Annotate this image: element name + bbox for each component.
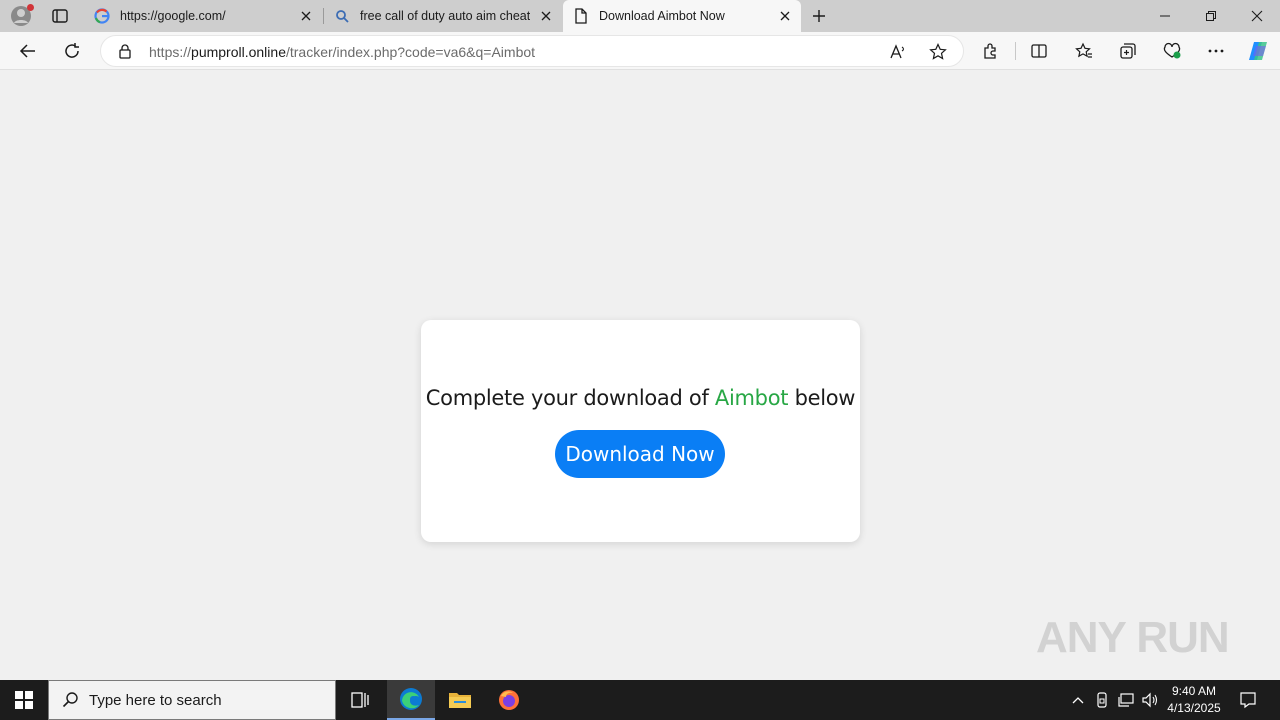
more-options-icon[interactable]: [1202, 37, 1230, 65]
browser-toolbar: https://pumproll.online/tracker/index.ph…: [0, 32, 1280, 70]
close-window-icon[interactable]: [1234, 0, 1280, 32]
tab-title: https://google.com/: [120, 9, 226, 23]
page-viewport: Complete your download of Aimbot below D…: [4, 71, 1276, 677]
close-icon[interactable]: [298, 8, 314, 24]
close-icon[interactable]: [538, 8, 554, 24]
url-text: https://pumproll.online/tracker/index.ph…: [149, 44, 536, 60]
favorites-icon[interactable]: [1070, 37, 1098, 65]
search-icon: [61, 690, 81, 710]
firefox-icon[interactable]: [485, 680, 533, 720]
search-icon: [334, 8, 350, 24]
profile-notification-badge: [27, 4, 34, 11]
windows-start-icon[interactable]: [0, 680, 48, 720]
search-placeholder: Type here to search: [89, 691, 222, 709]
download-now-button[interactable]: Download Now: [555, 430, 725, 478]
notifications-icon[interactable]: [1236, 688, 1260, 712]
toolbar-divider: [1015, 42, 1016, 60]
tab-download-aimbot[interactable]: Download Aimbot Now: [563, 0, 801, 32]
restore-icon[interactable]: [1188, 0, 1234, 32]
tab-title: Download Aimbot Now: [599, 9, 725, 23]
task-view-icon[interactable]: [336, 680, 384, 720]
collections-icon[interactable]: [1114, 37, 1142, 65]
download-message: Complete your download of Aimbot below: [425, 386, 856, 410]
new-tab-icon[interactable]: [808, 5, 830, 27]
google-g-icon: [94, 8, 110, 24]
taskbar-search-box[interactable]: Type here to search: [48, 680, 336, 720]
network-icon[interactable]: [1116, 690, 1136, 710]
anyrun-watermark: ANY RUN: [1036, 613, 1230, 662]
browser-essentials-icon[interactable]: [1158, 37, 1186, 65]
tab-actions-icon[interactable]: [50, 6, 70, 26]
tab-google[interactable]: https://google.com/: [84, 0, 322, 32]
address-bar[interactable]: https://pumproll.online/tracker/index.ph…: [100, 35, 964, 67]
tab-strip: https://google.com/ free call of duty au…: [0, 0, 1280, 32]
chevron-up-icon[interactable]: [1068, 690, 1088, 710]
page-icon: [573, 8, 589, 24]
file-explorer-icon[interactable]: [436, 680, 484, 720]
download-card: Complete your download of Aimbot below D…: [421, 320, 860, 542]
windows-taskbar: Type here to search 9:40 AM 4/13/2025: [0, 680, 1280, 720]
clock-date: 4/13/2025: [1167, 701, 1221, 715]
minimize-icon[interactable]: [1142, 0, 1188, 32]
copilot-icon[interactable]: [1244, 37, 1272, 65]
lock-icon[interactable]: [117, 43, 133, 59]
edge-taskbar-icon[interactable]: [387, 680, 435, 720]
clock-time: 9:40 AM: [1171, 684, 1217, 698]
tab-title: free call of duty auto aim cheats: [360, 9, 530, 23]
system-clock[interactable]: 9:40 AM 4/13/2025: [1164, 683, 1224, 717]
product-name: Aimbot: [714, 386, 789, 410]
tab-search[interactable]: free call of duty auto aim cheats: [324, 0, 562, 32]
volume-icon[interactable]: [1140, 690, 1160, 710]
device-icon[interactable]: [1092, 690, 1112, 710]
close-icon[interactable]: [777, 8, 793, 24]
favorite-star-icon[interactable]: [927, 41, 949, 63]
split-screen-icon[interactable]: [1025, 37, 1053, 65]
back-icon[interactable]: [14, 37, 42, 65]
refresh-icon[interactable]: [58, 37, 86, 65]
read-aloud-icon[interactable]: [887, 41, 909, 63]
extensions-icon[interactable]: [977, 37, 1005, 65]
